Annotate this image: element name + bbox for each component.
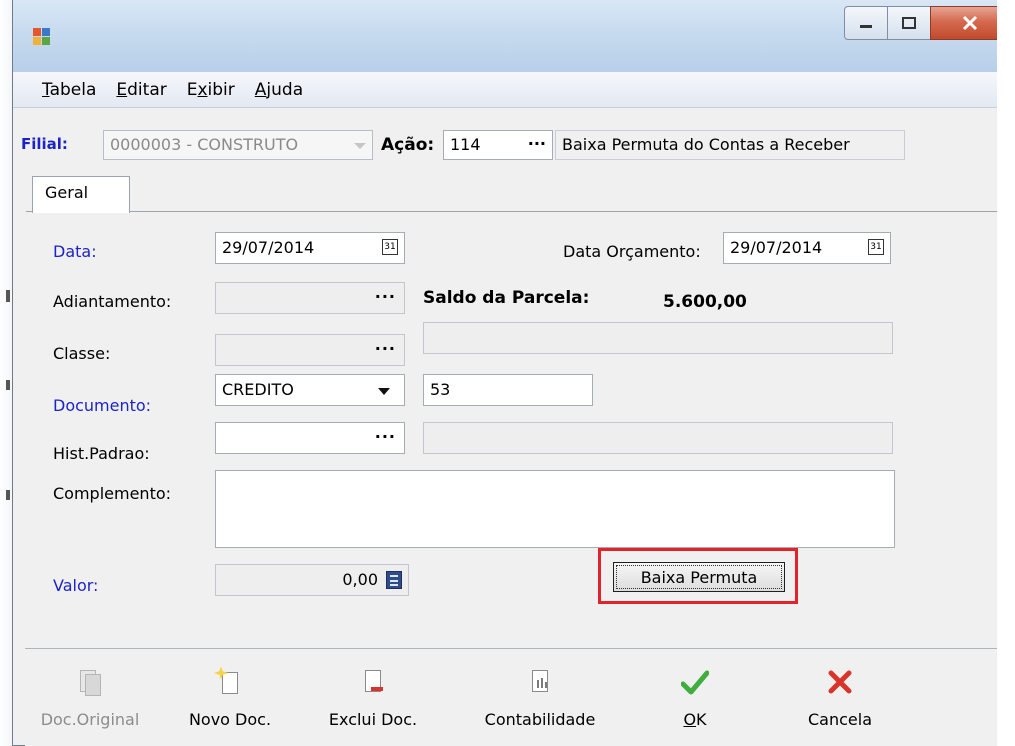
edge-mark [6, 490, 10, 500]
lookup-dots-icon[interactable]: ··· [375, 287, 396, 306]
valor-label: Valor: [53, 576, 99, 595]
calendar-icon[interactable]: 31 [868, 239, 884, 255]
classe-input[interactable]: ··· [215, 334, 405, 366]
menu-ajuda[interactable]: Ajuda [255, 80, 303, 100]
edge-mark [6, 290, 10, 302]
calculator-icon[interactable] [386, 571, 402, 589]
tab-strip: Geral [26, 176, 1014, 213]
filial-select: 0000003 - CONSTRUTO [103, 130, 373, 160]
title-bar[interactable] [13, 0, 1014, 72]
acao-value: 114 [450, 135, 481, 154]
lookup-dots-icon[interactable]: ··· [375, 339, 396, 358]
data-value: 29/07/2014 [222, 238, 315, 257]
exclui-doc-label: Exclui Doc. [328, 710, 418, 729]
documento-value: CREDITO [222, 380, 294, 399]
menu-exibir[interactable]: Exibir [187, 80, 235, 100]
chevron-down-icon[interactable] [378, 388, 390, 395]
classe-description [423, 322, 893, 354]
baixa-permuta-button[interactable]: Baixa Permuta [613, 562, 785, 592]
doc-original-button[interactable]: Doc.Original [25, 650, 155, 746]
valor-value: 0,00 [342, 570, 378, 589]
documento-label: Documento: [53, 396, 152, 415]
hist-padrao-description [423, 422, 893, 454]
geral-panel: Data: 29/07/2014 31 Data Orçamento: 29/0… [33, 212, 1013, 632]
acao-input[interactable]: 114 ··· [443, 130, 553, 160]
desktop-right-edge [997, 0, 1015, 746]
contabilidade-label: Contabilidade [484, 710, 596, 729]
documento-numero-input[interactable]: 53 [423, 374, 593, 406]
adiantamento-input[interactable]: ··· [215, 282, 405, 314]
data-orcamento-label: Data Orçamento: [563, 242, 701, 261]
lookup-dots-icon[interactable]: ··· [375, 427, 396, 446]
bottom-toolbar: Doc.Original Novo Doc. Exclui Doc. Conta… [25, 650, 1015, 746]
filial-label: Filial: [21, 135, 68, 153]
menu-tabela[interactable]: Tabela [42, 80, 96, 100]
chevron-down-icon [354, 143, 366, 149]
maximize-icon [902, 17, 916, 29]
minimize-button[interactable] [844, 6, 888, 40]
exclui-doc-button[interactable]: Exclui Doc. [313, 650, 433, 746]
baixa-permuta-highlight: Baixa Permuta [598, 548, 798, 604]
acao-label: Ação: [381, 135, 435, 155]
classe-label: Classe: [53, 344, 111, 363]
close-icon [962, 15, 978, 31]
contabilidade-button[interactable]: Contabilidade [465, 650, 615, 746]
filial-value: 0000003 - CONSTRUTO [110, 135, 299, 154]
header-row: Filial: 0000003 - CONSTRUTO Ação: 114 ··… [21, 124, 1006, 168]
documento-select[interactable]: CREDITO [215, 374, 405, 406]
document-copy-icon [80, 670, 101, 696]
hist-padrao-input[interactable]: ··· [215, 422, 405, 454]
hist-padrao-label: Hist.Padrao: [53, 444, 150, 463]
cancel-x-icon [828, 670, 852, 696]
data-orcamento-input[interactable]: 29/07/2014 31 [723, 232, 891, 264]
main-window: Tabela Editar Exibir Ajuda Filial: 00000… [12, 0, 1015, 746]
doc-original-label: Doc.Original [40, 710, 140, 729]
new-document-icon [214, 666, 240, 696]
ok-button[interactable]: OK [655, 650, 735, 746]
complemento-textarea[interactable] [215, 470, 895, 548]
tab-geral[interactable]: Geral [32, 176, 130, 213]
novo-doc-label: Novo Doc. [188, 710, 272, 729]
cancela-button[interactable]: Cancela [785, 650, 895, 746]
ok-label: OK [683, 710, 707, 729]
delete-document-icon [363, 670, 383, 696]
checkmark-icon [680, 670, 710, 696]
edge-mark [6, 380, 10, 390]
data-label: Data: [53, 242, 97, 261]
valor-input[interactable]: 0,00 [215, 564, 409, 596]
data-orcamento-value: 29/07/2014 [730, 238, 823, 257]
minimize-icon [860, 25, 872, 28]
window-controls [844, 6, 1010, 40]
data-input[interactable]: 29/07/2014 31 [215, 232, 405, 264]
adiantamento-label: Adiantamento: [53, 292, 172, 311]
maximize-button[interactable] [887, 6, 931, 40]
saldo-value: 5.600,00 [663, 292, 747, 312]
novo-doc-button[interactable]: Novo Doc. [175, 650, 285, 746]
app-icon [33, 28, 51, 46]
report-icon [530, 670, 550, 696]
menu-bar: Tabela Editar Exibir Ajuda [13, 72, 1014, 108]
complemento-label: Complemento: [53, 484, 172, 503]
acao-description: Baixa Permuta do Contas a Receber [555, 130, 905, 160]
cancela-label: Cancela [807, 710, 872, 729]
lookup-dots-icon[interactable]: ··· [528, 134, 546, 153]
calendar-icon[interactable]: 31 [382, 239, 398, 255]
menu-editar[interactable]: Editar [116, 80, 166, 100]
toolbar-divider [25, 648, 1015, 649]
saldo-label: Saldo da Parcela: [423, 288, 590, 308]
